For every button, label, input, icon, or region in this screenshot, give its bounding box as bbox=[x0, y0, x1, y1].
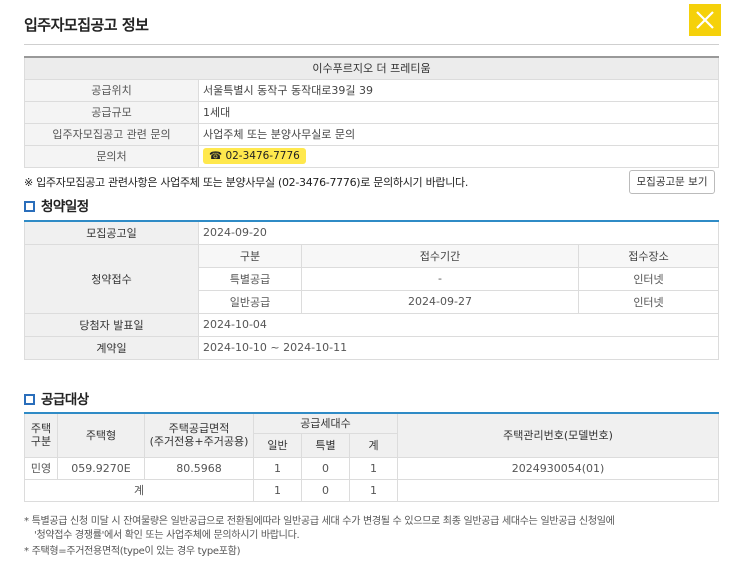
supply-type: 059.9270E bbox=[57, 456, 145, 480]
table-row: 당첨자 발표일 2024-10-04 bbox=[24, 312, 719, 337]
column-header: 특별 bbox=[301, 433, 350, 458]
column-header: 주택관리번호(모델번호) bbox=[397, 412, 719, 458]
dialog-header: 입주자모집공고 정보 bbox=[0, 0, 743, 46]
column-header: 주택형 bbox=[57, 412, 145, 458]
sum-label: 계 bbox=[24, 478, 254, 502]
table-row: 민영 059.9270E 80.5968 1 0 1 2024930054(01… bbox=[24, 456, 719, 480]
section-bullet-icon bbox=[24, 394, 35, 405]
info-label: 공급규모 bbox=[24, 100, 199, 124]
table-row: 문의처 ☎ 02-3476-7776 bbox=[24, 144, 719, 168]
footnote: * 특별공급 신청 미달 시 잔여물량은 일반공급으로 전환됨에따라 일반공급 … bbox=[24, 516, 615, 527]
table-row: 계약일 2024-10-10 ~ 2024-10-11 bbox=[24, 335, 719, 360]
column-header: 계 bbox=[349, 433, 398, 458]
footnote: * 주택형=주거전용면적(type이 있는 경우 type포함) bbox=[24, 546, 241, 557]
info-table: 이수푸르지오 더 프레티움 공급위치 서울특별시 동작구 동작대로39길 39 … bbox=[24, 56, 719, 168]
column-header: 공급세대수 bbox=[253, 412, 398, 435]
sum-general: 1 bbox=[253, 478, 302, 502]
apply-place: 인터넷 bbox=[578, 289, 719, 314]
supply-div: 민영 bbox=[24, 456, 58, 480]
info-label: 입주자모집공고 관련 문의 bbox=[24, 122, 199, 146]
column-header: 구분 bbox=[198, 243, 302, 268]
column-header: 주택 구분 bbox=[24, 412, 58, 458]
table-row: 계 1 0 1 bbox=[24, 478, 719, 502]
supply-total: 1 bbox=[349, 456, 398, 480]
close-icon bbox=[696, 11, 714, 29]
header-divider bbox=[24, 44, 719, 45]
supply-table: 주택 구분 주택형 주택공급면적 (주거전용+주거공용) 공급세대수 주택관리번… bbox=[24, 412, 719, 502]
close-button[interactable] bbox=[689, 4, 721, 36]
complex-name: 이수푸르지오 더 프레티움 bbox=[24, 56, 719, 80]
apply-type: 특별공급 bbox=[198, 266, 302, 291]
apply-type: 일반공급 bbox=[198, 289, 302, 314]
column-header: 접수장소 bbox=[578, 243, 719, 268]
supply-general: 1 bbox=[253, 456, 302, 480]
supply-area: 80.5968 bbox=[144, 456, 254, 480]
table-row: 공급규모 1세대 bbox=[24, 100, 719, 124]
section-bullet-icon bbox=[24, 201, 35, 212]
column-header: 일반 bbox=[253, 433, 302, 458]
dialog-title: 입주자모집공고 정보 bbox=[24, 16, 149, 34]
contract-date: 2024-10-10 ~ 2024-10-11 bbox=[198, 335, 719, 360]
column-header: 주택공급면적 (주거전용+주거공용) bbox=[144, 412, 254, 458]
contract-label: 계약일 bbox=[24, 335, 199, 360]
table-row: 청약접수 구분 접수기간 접수장소 bbox=[24, 243, 719, 314]
announce-date: 2024-09-20 bbox=[198, 220, 719, 245]
supply-special: 0 bbox=[301, 456, 350, 480]
info-label: 공급위치 bbox=[24, 78, 199, 102]
view-announcement-button[interactable]: 모집공고문 보기 bbox=[629, 170, 715, 194]
apply-label: 청약접수 bbox=[24, 243, 199, 314]
contact-label: 문의처 bbox=[24, 144, 199, 168]
winner-date: 2024-10-04 bbox=[198, 312, 719, 337]
inquiry-notice: ※ 입주자모집공고 관련사항은 사업주체 또는 분양사무실 (02-3476-7… bbox=[24, 176, 469, 189]
schedule-section-title: 청약일정 bbox=[24, 195, 89, 215]
info-value: 1세대 bbox=[198, 100, 719, 124]
table-row: 공급위치 서울특별시 동작구 동작대로39길 39 bbox=[24, 78, 719, 102]
sum-total: 1 bbox=[349, 478, 398, 502]
column-header: 접수기간 bbox=[301, 243, 579, 268]
table-row: 모집공고일 2024-09-20 bbox=[24, 220, 719, 245]
winner-label: 당첨자 발표일 bbox=[24, 312, 199, 337]
apply-place: 인터넷 bbox=[578, 266, 719, 291]
apply-period: - bbox=[301, 266, 579, 291]
supply-section-title: 공급대상 bbox=[24, 388, 89, 408]
phone-badge[interactable]: ☎ 02-3476-7776 bbox=[203, 148, 306, 164]
supply-model-no: 2024930054(01) bbox=[397, 456, 719, 480]
schedule-table: 모집공고일 2024-09-20 청약접수 구분 접수기간 접수장소 특별공급 … bbox=[24, 220, 719, 360]
info-value: 사업주체 또는 분양사무실로 문의 bbox=[198, 122, 719, 146]
phone-number: 02-3476-7776 bbox=[225, 150, 300, 162]
apply-period: 2024-09-27 bbox=[301, 289, 579, 314]
info-value: 서울특별시 동작구 동작대로39길 39 bbox=[198, 78, 719, 102]
announce-label: 모집공고일 bbox=[24, 220, 199, 245]
table-row: 입주자모집공고 관련 문의 사업주체 또는 분양사무실로 문의 bbox=[24, 122, 719, 146]
phone-icon: ☎ bbox=[209, 150, 223, 162]
footnote: '청약접수 경쟁률'에서 확인 또는 사업주체에 문의하시기 바랍니다. bbox=[34, 530, 300, 541]
sum-special: 0 bbox=[301, 478, 350, 502]
